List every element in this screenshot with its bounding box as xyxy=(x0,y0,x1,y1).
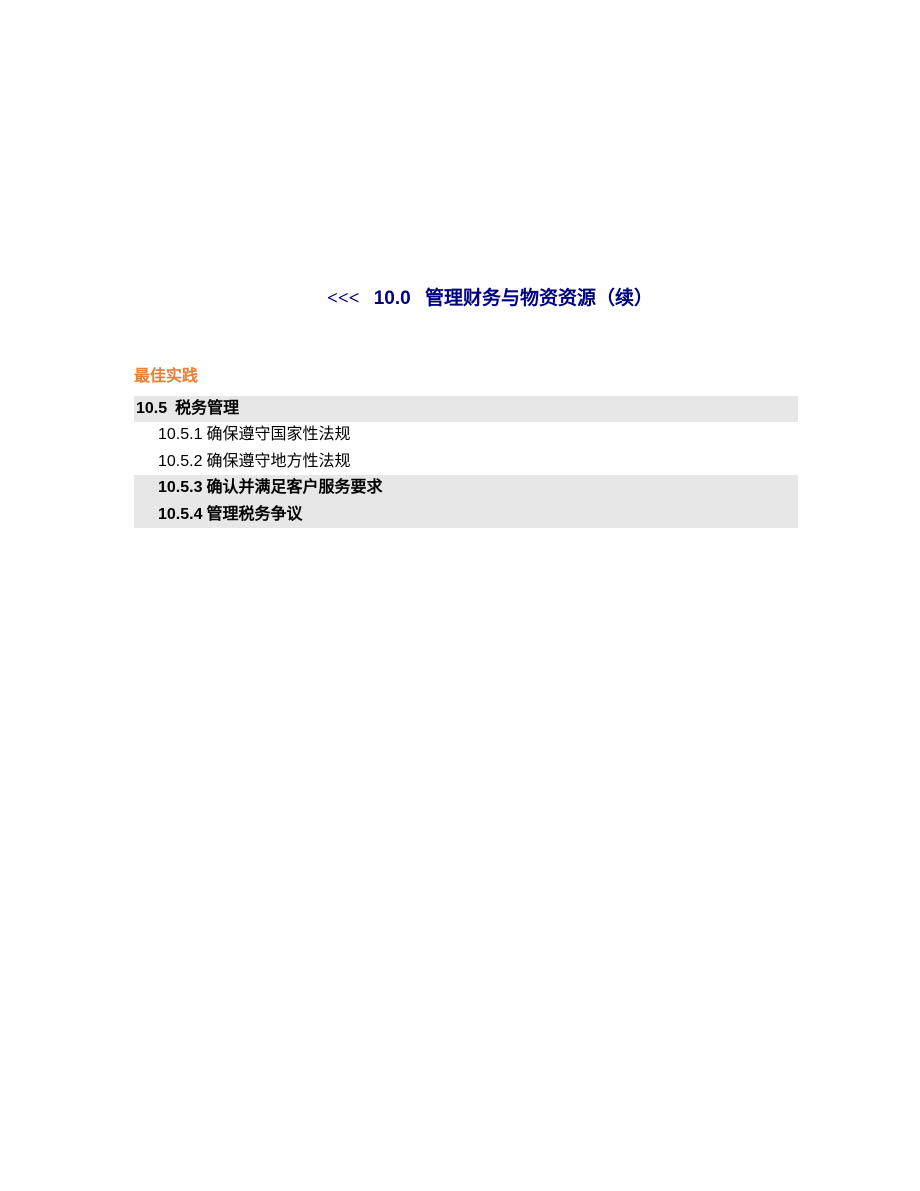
item-number: 10.5.4 xyxy=(158,506,202,523)
item-number: 10.5.3 xyxy=(158,479,202,496)
list-item: 10.5.1 确保遵守国家性法规 xyxy=(134,422,798,448)
title-number: 10.0 xyxy=(374,288,411,309)
list-item: 10.5.4 管理税务争议 xyxy=(134,502,798,528)
content-section: 10.5 税务管理 10.5.1 确保遵守国家性法规 10.5.2 确保遵守地方… xyxy=(134,396,798,528)
list-item: 10.5.2 确保遵守地方性法规 xyxy=(134,449,798,475)
item-text: 管理税务争议 xyxy=(206,506,302,523)
section-heading: 10.5 税务管理 xyxy=(134,396,798,422)
best-practice-label: 最佳实践 xyxy=(134,362,920,386)
section-number: 10.5 xyxy=(136,400,167,417)
title-text: 管理财务与物资资源（续） xyxy=(425,288,653,309)
item-number: 10.5.1 xyxy=(158,426,202,443)
item-text: 确保遵守国家性法规 xyxy=(206,426,350,443)
title-prefix: <<< xyxy=(327,288,359,309)
item-text: 确认并满足客户服务要求 xyxy=(206,479,382,496)
list-item: 10.5.3 确认并满足客户服务要求 xyxy=(134,475,798,501)
section-title: 税务管理 xyxy=(175,400,239,417)
item-text: 确保遵守地方性法规 xyxy=(206,453,350,470)
item-number: 10.5.2 xyxy=(158,453,202,470)
page-title: <<< 10.0 管理财务与物资资源（续） xyxy=(0,0,920,310)
